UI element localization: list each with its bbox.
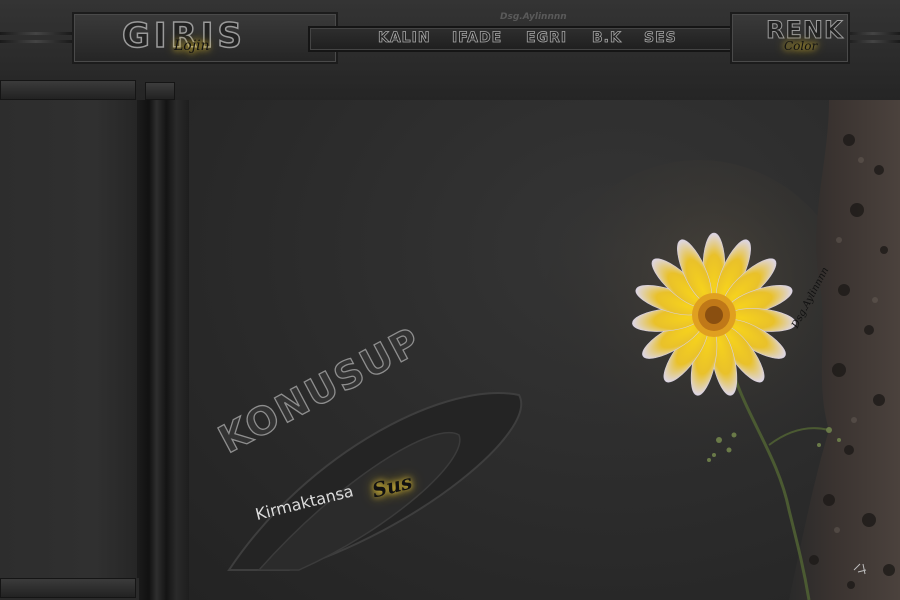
nav-italic[interactable]: EGRI — [526, 30, 567, 47]
chat-area[interactable] — [189, 100, 900, 600]
nav-bold[interactable]: KALIN — [378, 30, 431, 47]
login-button[interactable]: GIRIS Lojin — [72, 12, 338, 64]
user-list-panel[interactable] — [0, 100, 139, 578]
color-button[interactable]: RENK Color — [730, 12, 850, 64]
header-rail-left-lower — [0, 40, 72, 43]
small-toggle[interactable] — [145, 82, 175, 100]
header-rail-left — [0, 32, 72, 35]
header-rail-right-lower — [846, 40, 900, 43]
decorative-divider — [139, 100, 189, 600]
nav-font-size[interactable]: B.K — [592, 30, 622, 47]
bottom-bar[interactable] — [0, 578, 136, 598]
color-subtitle: Color — [784, 39, 818, 53]
nickname-bar[interactable] — [0, 80, 136, 100]
chat-decoration — [227, 100, 900, 600]
nav-sound[interactable]: SES — [644, 30, 677, 47]
designer-credit: Dsg.Aylinnnn — [500, 12, 567, 22]
login-subtitle: Lojin — [174, 38, 210, 54]
top-bar: GIRIS Lojin Dsg.Aylinnnn KALIN IFADE EGR… — [0, 0, 900, 101]
nav-emoticons[interactable]: IFADE — [452, 30, 502, 47]
format-toolbar: KALIN IFADE EGRI B.K SES — [308, 26, 762, 52]
header-rail-right — [846, 32, 900, 35]
